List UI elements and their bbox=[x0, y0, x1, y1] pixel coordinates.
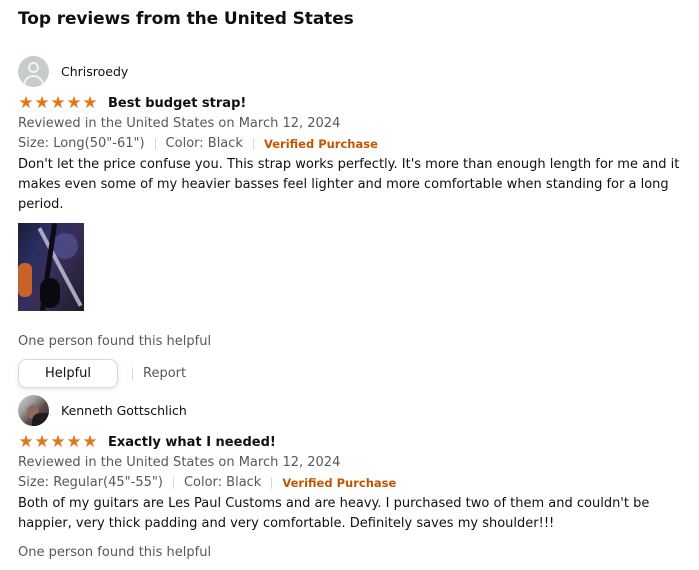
variant-size[interactable]: Size: Regular(45"-55") bbox=[18, 473, 163, 493]
helpful-count: One person found this helpful bbox=[18, 334, 212, 349]
helpful-button[interactable]: Helpful bbox=[18, 359, 118, 388]
report-link[interactable]: Report bbox=[143, 366, 186, 381]
section-title: Top reviews from the United States bbox=[18, 9, 354, 29]
star-icon: ★ bbox=[18, 431, 34, 452]
divider bbox=[271, 477, 273, 489]
divider bbox=[154, 138, 156, 150]
review-date: Reviewed in the United States on March 1… bbox=[18, 455, 341, 470]
helpful-count: One person found this helpful bbox=[18, 545, 212, 560]
variant-color: Color: Black bbox=[183, 475, 262, 490]
star-icon: ★ bbox=[34, 431, 50, 452]
star-icon: ★ bbox=[50, 92, 66, 113]
user-avatar-icon bbox=[18, 394, 49, 426]
review-body: Both of my guitars are Les Paul Customs … bbox=[18, 496, 650, 531]
star-icon: ★ bbox=[50, 431, 66, 452]
reviewer-profile[interactable]: Kenneth Gottschlich bbox=[18, 394, 698, 426]
variant-size[interactable]: Size: Long(50"-61") bbox=[18, 134, 145, 154]
verified-purchase-badge: Verified Purchase bbox=[282, 476, 397, 490]
star-rating[interactable]: ★ ★ ★ ★ ★ bbox=[18, 92, 98, 113]
star-rating[interactable]: ★ ★ ★ ★ ★ bbox=[18, 431, 98, 452]
user-avatar-icon bbox=[18, 55, 49, 87]
reviewer-profile[interactable]: Chrisroedy bbox=[18, 55, 698, 87]
review-card: Kenneth Gottschlich ★ ★ ★ ★ ★ Exactly wh… bbox=[18, 394, 698, 563]
review-card: Chrisroedy ★ ★ ★ ★ ★ Best budget strap! … bbox=[18, 55, 698, 388]
reviewer-name[interactable]: Kenneth Gottschlich bbox=[61, 403, 187, 418]
verified-purchase-badge: Verified Purchase bbox=[263, 137, 378, 151]
review-photo[interactable] bbox=[18, 223, 84, 311]
divider bbox=[252, 138, 254, 150]
review-body: Don't let the price confuse you. This st… bbox=[18, 157, 680, 212]
divider bbox=[132, 366, 133, 381]
star-icon: ★ bbox=[82, 431, 98, 452]
star-icon: ★ bbox=[18, 92, 34, 113]
star-icon: ★ bbox=[66, 92, 82, 113]
star-icon: ★ bbox=[82, 92, 98, 113]
review-title[interactable]: Exactly what I needed! bbox=[108, 435, 276, 450]
star-icon: ★ bbox=[34, 92, 50, 113]
divider bbox=[172, 477, 174, 489]
star-icon: ★ bbox=[66, 431, 82, 452]
review-title[interactable]: Best budget strap! bbox=[108, 96, 246, 111]
variant-color: Color: Black bbox=[165, 136, 243, 151]
reviewer-name[interactable]: Chrisroedy bbox=[61, 64, 128, 79]
review-date: Reviewed in the United States on March 1… bbox=[18, 116, 341, 131]
